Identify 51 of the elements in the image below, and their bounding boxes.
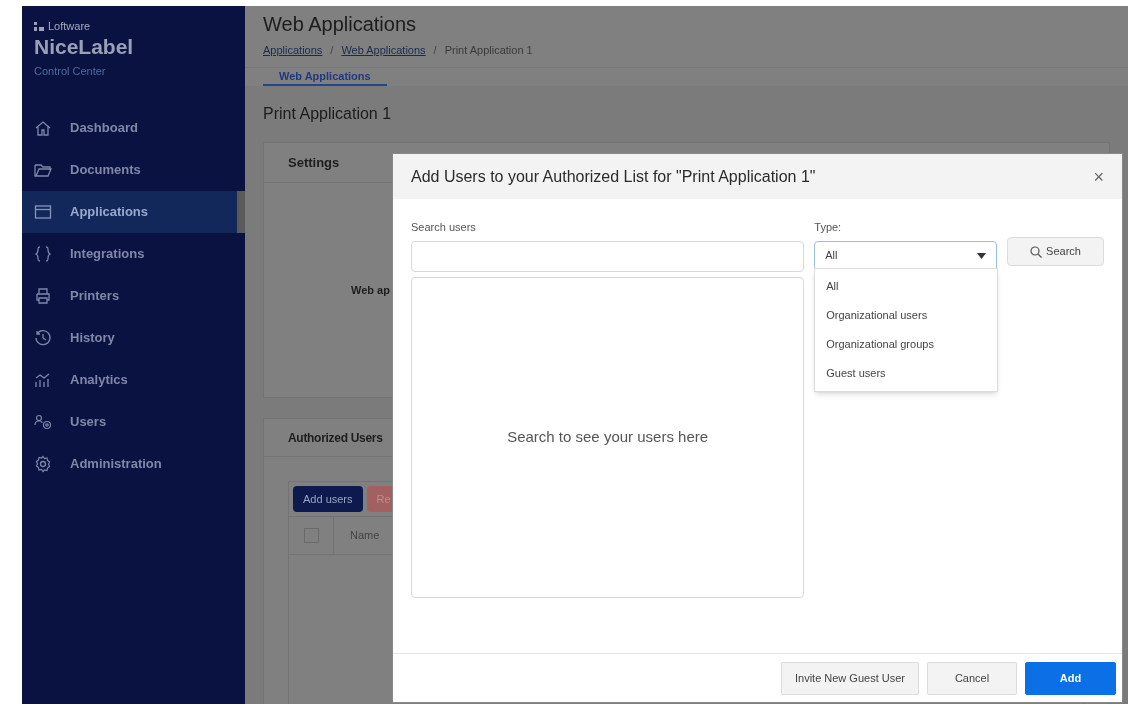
users-gear-icon xyxy=(34,413,52,431)
window-icon xyxy=(34,203,52,221)
sidebar-item[interactable]: Applications xyxy=(22,191,245,233)
sidebar-item[interactable]: History xyxy=(22,317,245,359)
printer-icon xyxy=(34,287,52,305)
breadcrumb-link[interactable]: Web Applications xyxy=(341,42,426,59)
search-button[interactable]: Search xyxy=(1007,237,1104,266)
sidebar-item[interactable]: Documents xyxy=(22,149,245,191)
history-icon xyxy=(34,329,52,347)
sidebar-item[interactable]: Dashboard xyxy=(22,107,245,149)
search-icon xyxy=(1030,245,1043,258)
logo-icon xyxy=(34,21,44,31)
sidebar-item[interactable]: Printers xyxy=(22,275,245,317)
empty-message: Search to see your users here xyxy=(507,426,709,447)
chart-icon xyxy=(34,371,52,389)
dialog-button[interactable]: Invite New Guest User xyxy=(780,661,919,695)
tab[interactable]: Web Applications xyxy=(263,67,387,86)
sidebar-item[interactable]: Administration xyxy=(22,443,245,485)
braces-icon xyxy=(34,245,52,263)
breadcrumb-current: Print Application 1 xyxy=(444,43,533,58)
home-icon xyxy=(34,119,52,137)
add-button[interactable]: Add xyxy=(1025,661,1116,695)
search-field[interactable] xyxy=(411,240,805,272)
breadcrumb-link[interactable]: Applications xyxy=(263,42,323,59)
dialog-title: Add Users to your Authorized List for "Print Application 1" xyxy=(411,166,816,187)
breadcrumb-separator: / xyxy=(432,43,438,58)
card-title: Authorized Users xyxy=(288,429,383,447)
settings-icon xyxy=(34,455,52,473)
product-subtitle: Control Center xyxy=(34,63,107,79)
dropdown-option[interactable]: Organizational groups xyxy=(815,330,998,359)
brand-name: Loftware xyxy=(48,19,91,34)
sidebar-item[interactable]: Analytics xyxy=(22,359,245,401)
sidebar-item[interactable]: Users xyxy=(22,401,245,443)
field-label: Search users xyxy=(411,220,477,235)
page-title: Web Applications xyxy=(263,12,418,37)
folder-icon xyxy=(34,161,52,179)
breadcrumb-separator: / xyxy=(329,43,335,58)
dropdown-option[interactable]: All xyxy=(815,272,998,301)
product-name: NiceLabel xyxy=(34,34,135,59)
close-button[interactable]: × xyxy=(1093,167,1104,186)
settings-text: Web ap xyxy=(351,282,390,298)
card-title: Settings xyxy=(288,153,340,172)
caret-icon xyxy=(977,252,986,259)
add-users-button[interactable]: Add users xyxy=(293,486,363,512)
sidebar-item[interactable]: Integrations xyxy=(22,233,245,275)
dropdown-option[interactable]: Guest users xyxy=(815,359,998,388)
column-header: Name xyxy=(349,528,380,544)
dialog-button[interactable]: Cancel xyxy=(927,661,1017,695)
section-heading: Print Application 1 xyxy=(263,104,393,124)
field-label: Type: xyxy=(814,220,843,235)
dropdown-option[interactable]: Organizational users xyxy=(815,301,998,330)
